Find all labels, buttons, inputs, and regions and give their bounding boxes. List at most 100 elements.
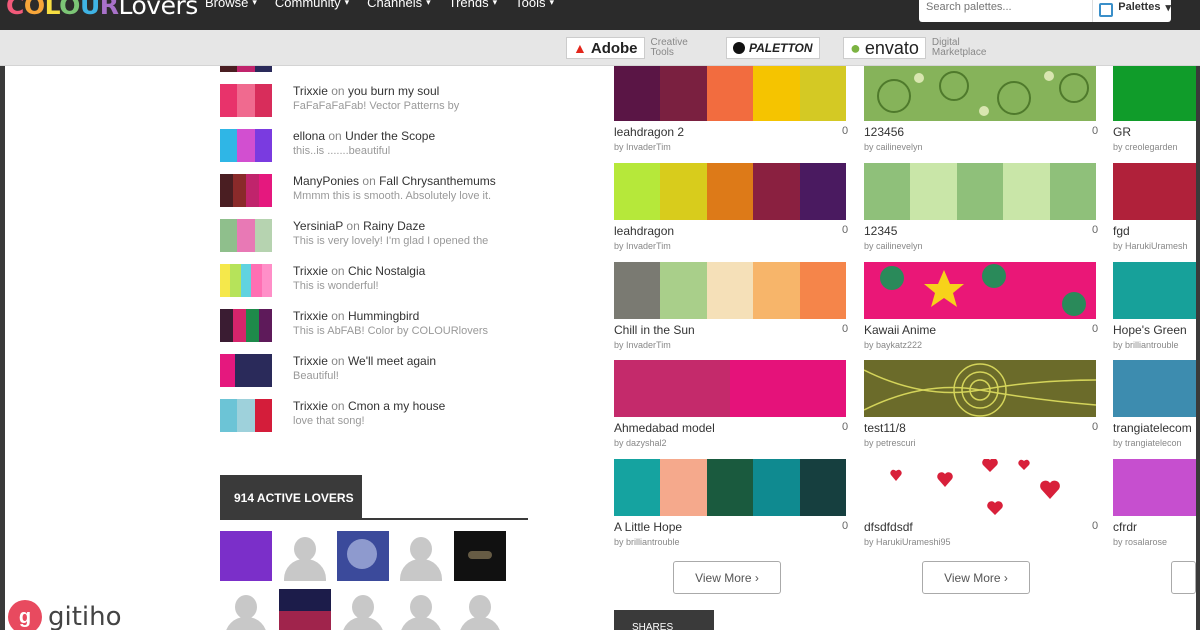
comment-thumbnail[interactable]	[220, 219, 272, 252]
comment-thumbnail[interactable]	[220, 264, 272, 297]
color-title[interactable]: cfrdr	[1113, 520, 1137, 534]
palette-swatch[interactable]	[614, 66, 846, 121]
avatar[interactable]	[395, 589, 447, 630]
palette-swatch[interactable]	[614, 262, 846, 319]
comment-user[interactable]: ManyPonies	[293, 174, 359, 188]
palette-title[interactable]: leahdragon	[614, 224, 674, 238]
comment-user[interactable]: ellona	[293, 129, 325, 143]
comment-thumbnail[interactable]	[220, 84, 272, 117]
palette-author[interactable]: by brilliantrouble	[614, 537, 680, 547]
pattern-author[interactable]: by baykatz222	[864, 340, 922, 350]
comment-thumbnail[interactable]	[220, 309, 272, 342]
comment-heading: Trixxie on Cmon a my house	[293, 399, 445, 413]
color-author[interactable]: by HarukiUramesh	[1113, 241, 1196, 251]
search-input[interactable]	[926, 0, 1093, 13]
nav-channels[interactable]: Channels ▾	[367, 0, 430, 10]
color-title[interactable]: Hope's Green	[1113, 323, 1187, 337]
palette-author[interactable]: by InvaderTim	[614, 142, 671, 152]
nav-browse[interactable]: Browse ▾	[205, 0, 257, 10]
pattern-title[interactable]: 12345	[864, 224, 897, 238]
palette-count: 0	[842, 125, 849, 137]
comment-user[interactable]: YersiniaP	[293, 219, 343, 233]
palette-author[interactable]: by InvaderTim	[614, 241, 671, 251]
comment-palette[interactable]: Chic Nostalgia	[348, 264, 425, 278]
color-author[interactable]: by trangiatelecon	[1113, 438, 1196, 448]
avatar[interactable]	[220, 589, 272, 630]
comment-palette[interactable]: Hummingbird	[348, 309, 419, 323]
palette-swatch[interactable]	[614, 459, 846, 516]
logo[interactable]: COLOURLovers	[6, 0, 198, 21]
pattern-title[interactable]: Kawaii Anime	[864, 323, 936, 337]
avatar[interactable]	[454, 531, 506, 581]
color-title[interactable]: trangiatelecom	[1113, 421, 1196, 435]
comment-palette[interactable]: you burn my soul	[348, 84, 439, 98]
color-title[interactable]: fgd	[1113, 224, 1130, 238]
sponsor-envato[interactable]: ● envato Digital Marketplace	[843, 37, 986, 59]
pattern-swatch[interactable]	[864, 262, 1096, 319]
pattern-swatch[interactable]	[864, 360, 1096, 417]
avatar[interactable]	[279, 531, 331, 581]
avatar[interactable]	[395, 531, 447, 581]
pattern-author[interactable]: by petrescuri	[864, 438, 916, 448]
palette-swatch[interactable]	[614, 163, 846, 220]
comment-thumbnail[interactable]	[220, 174, 272, 207]
view-more-button[interactable]: View More ›	[922, 561, 1030, 594]
logo-lovers: Lovers	[118, 0, 199, 20]
avatar[interactable]	[454, 589, 506, 630]
nav-trends[interactable]: Trends ▾	[449, 0, 498, 10]
color-swatch[interactable]	[1113, 163, 1196, 220]
pattern-swatch[interactable]	[864, 66, 1096, 121]
avatar[interactable]	[279, 589, 331, 630]
comment-thumbnail[interactable]	[220, 354, 272, 387]
view-more-button[interactable]	[1171, 561, 1196, 594]
nav-tools[interactable]: Tools ▾	[515, 0, 554, 10]
color-swatch[interactable]	[1113, 66, 1196, 121]
palette-author[interactable]: by dazyshal2	[614, 438, 667, 448]
color-swatch[interactable]	[1113, 262, 1196, 319]
pattern-author[interactable]: by HarukiUrameshi95	[864, 537, 951, 547]
nav-community[interactable]: Community ▾	[275, 0, 349, 10]
palette-title[interactable]: leahdragon 2	[614, 125, 684, 139]
sponsor-adobe[interactable]: ▲ Adobe Creative Tools	[566, 37, 688, 59]
avatar[interactable]	[337, 531, 389, 581]
color-author[interactable]: by rosalarose	[1113, 537, 1167, 547]
color-author[interactable]: by brilliantrouble	[1113, 340, 1196, 350]
palette-swatch[interactable]	[614, 360, 846, 417]
palette-title[interactable]: Chill in the Sun	[614, 323, 695, 337]
comment-user[interactable]: Trixxie	[293, 399, 328, 413]
color-title[interactable]: GR	[1113, 125, 1131, 139]
comment-heading: Trixxie on Chic Nostalgia	[293, 264, 425, 278]
sponsor-paletton[interactable]: PALETTON	[726, 37, 820, 59]
search-type-dropdown[interactable]: Palettes ▾	[1093, 0, 1171, 17]
comment-palette[interactable]: Under the Scope	[345, 129, 435, 143]
pattern-author[interactable]: by cailinevelyn	[864, 241, 923, 251]
palette-author[interactable]: by InvaderTim	[614, 340, 671, 350]
comment-user[interactable]: Trixxie	[293, 309, 328, 323]
color-swatch[interactable]	[1113, 459, 1196, 516]
comment-user[interactable]: Trixxie	[293, 354, 328, 368]
comment-palette[interactable]: Fall Chrysanthemums	[379, 174, 496, 188]
palette-title[interactable]: Ahmedabad model	[614, 421, 715, 435]
pattern-title[interactable]: dfsdfdsdf	[864, 520, 913, 534]
color-author[interactable]: by creolegarden	[1113, 142, 1178, 152]
chevron-down-icon: ▾	[492, 0, 498, 7]
comment-palette[interactable]: We'll meet again	[348, 354, 436, 368]
pattern-title[interactable]: test11/8	[864, 421, 906, 435]
pattern-title[interactable]: 123456	[864, 125, 904, 139]
avatar[interactable]	[220, 531, 272, 581]
comment-user[interactable]: Trixxie	[293, 264, 328, 278]
pattern-author[interactable]: by cailinevelyn	[864, 142, 923, 152]
comment-thumbnail[interactable]	[220, 399, 272, 432]
color-swatch[interactable]	[1113, 360, 1196, 417]
comment-thumbnail[interactable]	[220, 129, 272, 162]
comment-thumbnail[interactable]	[220, 66, 272, 72]
divider	[220, 518, 528, 520]
comment-palette[interactable]: Rainy Daze	[363, 219, 425, 233]
avatar[interactable]	[337, 589, 389, 630]
comment-palette[interactable]: Cmon a my house	[348, 399, 445, 413]
pattern-swatch[interactable]	[864, 163, 1096, 220]
view-more-button[interactable]: View More ›	[673, 561, 781, 594]
palette-title[interactable]: A Little Hope	[614, 520, 682, 534]
pattern-swatch[interactable]	[864, 459, 1096, 516]
comment-user[interactable]: Trixxie	[293, 84, 328, 98]
